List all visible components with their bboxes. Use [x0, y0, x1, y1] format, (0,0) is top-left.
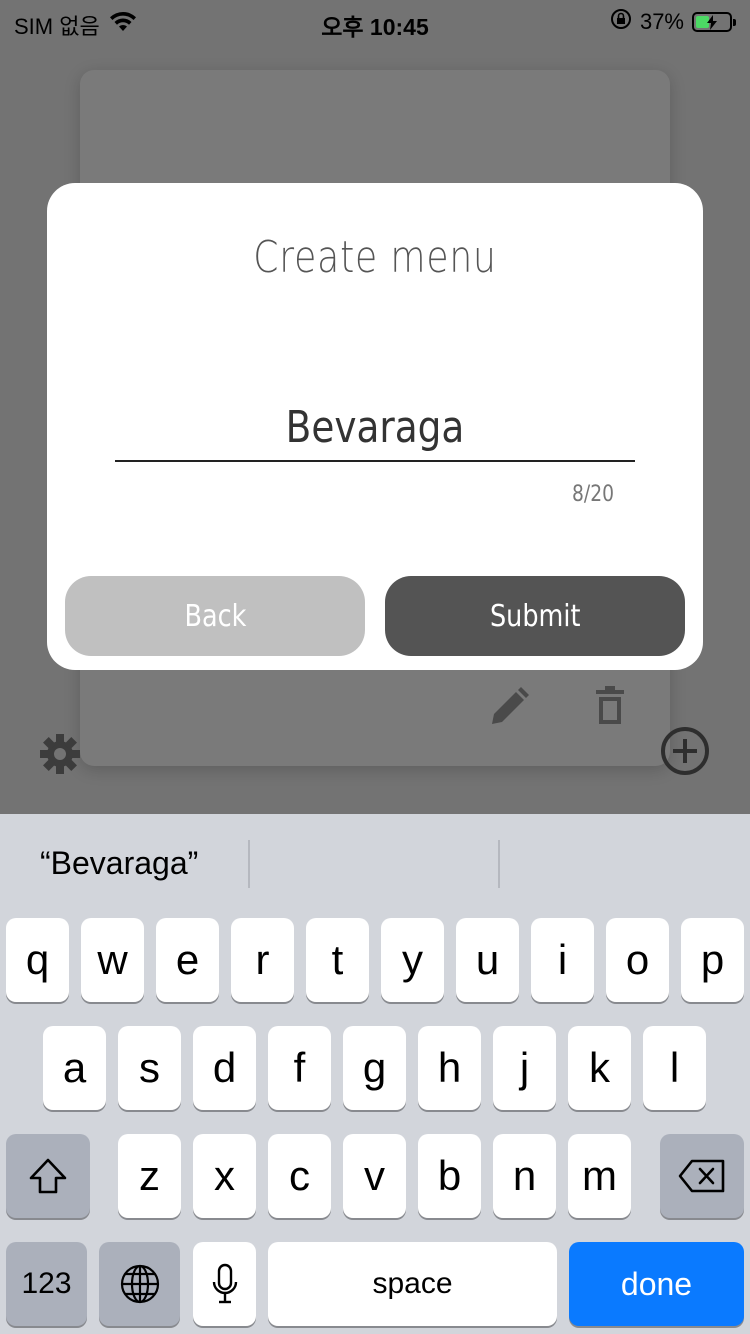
character-counter: 8/20: [572, 482, 614, 507]
shift-key[interactable]: [6, 1134, 90, 1218]
key-r[interactable]: r: [231, 918, 294, 1002]
plus-circle-icon[interactable]: [659, 725, 711, 782]
trash-icon[interactable]: [594, 686, 626, 731]
menu-name-input[interactable]: [154, 395, 596, 459]
gear-icon[interactable]: [38, 732, 82, 781]
space-key[interactable]: space: [268, 1242, 557, 1326]
back-button-label: Back: [184, 598, 246, 634]
suggestion-divider: [248, 840, 250, 888]
numbers-key[interactable]: 123: [6, 1242, 87, 1326]
status-right: 37%: [610, 8, 736, 36]
key-e[interactable]: e: [156, 918, 219, 1002]
key-p[interactable]: p: [681, 918, 744, 1002]
globe-key[interactable]: [99, 1242, 180, 1326]
key-m[interactable]: m: [568, 1134, 631, 1218]
key-v[interactable]: v: [343, 1134, 406, 1218]
key-u[interactable]: u: [456, 918, 519, 1002]
key-h[interactable]: h: [418, 1026, 481, 1110]
key-l[interactable]: l: [643, 1026, 706, 1110]
shift-icon: [29, 1158, 67, 1194]
dictation-key[interactable]: [193, 1242, 256, 1326]
key-f[interactable]: f: [268, 1026, 331, 1110]
key-c[interactable]: c: [268, 1134, 331, 1218]
microphone-icon: [212, 1263, 237, 1304]
menu-name-field[interactable]: [115, 395, 635, 462]
delete-key[interactable]: [660, 1134, 744, 1218]
key-k[interactable]: k: [568, 1026, 631, 1110]
dialog-title: Create menu: [253, 232, 497, 283]
autocorrect-suggestion[interactable]: “Bevaraga”: [40, 838, 198, 888]
key-n[interactable]: n: [493, 1134, 556, 1218]
globe-icon: [120, 1264, 159, 1304]
pencil-icon[interactable]: [488, 686, 532, 731]
key-w[interactable]: w: [81, 918, 144, 1002]
key-x[interactable]: x: [193, 1134, 256, 1218]
done-key[interactable]: done: [569, 1242, 744, 1326]
key-g[interactable]: g: [343, 1026, 406, 1110]
key-d[interactable]: d: [193, 1026, 256, 1110]
key-z[interactable]: z: [118, 1134, 181, 1218]
key-t[interactable]: t: [306, 918, 369, 1002]
key-y[interactable]: y: [381, 918, 444, 1002]
rotation-lock-icon: [610, 8, 632, 36]
back-button[interactable]: Back: [65, 576, 365, 656]
battery-icon: [692, 12, 736, 32]
backspace-icon: [678, 1159, 725, 1193]
status-bar: SIM 없음 오후 10:45 37%: [0, 0, 750, 44]
key-a[interactable]: a: [43, 1026, 106, 1110]
key-i[interactable]: i: [531, 918, 594, 1002]
key-b[interactable]: b: [418, 1134, 481, 1218]
battery-percent: 37%: [639, 9, 684, 34]
key-s[interactable]: s: [118, 1026, 181, 1110]
key-o[interactable]: o: [606, 918, 669, 1002]
submit-button[interactable]: Submit: [385, 576, 685, 656]
key-j[interactable]: j: [493, 1026, 556, 1110]
suggestion-divider: [498, 840, 500, 888]
submit-button-label: Submit: [489, 598, 581, 634]
key-q[interactable]: q: [6, 918, 69, 1002]
